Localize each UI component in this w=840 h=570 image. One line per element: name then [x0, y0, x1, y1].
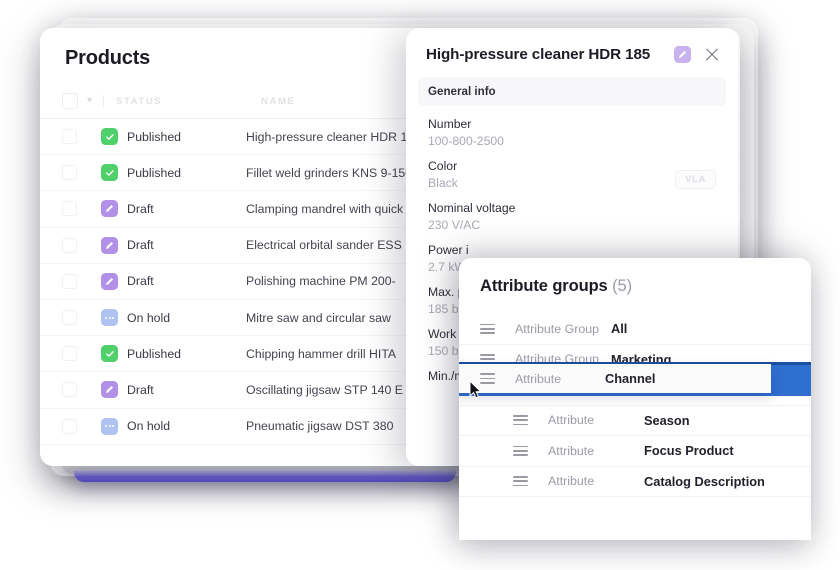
attribute-name-label: All	[611, 321, 627, 336]
status-badge: Draft	[127, 383, 154, 397]
dragged-attribute-name: Channel	[605, 371, 655, 386]
drag-handle-icon[interactable]	[513, 476, 528, 486]
row-checkbox[interactable]	[62, 274, 77, 289]
attribute-type-label: Attribute	[548, 413, 644, 427]
attribute-groups-count: (5)	[612, 277, 632, 295]
dragged-attribute-type: Attribute	[515, 372, 605, 386]
list-item[interactable]: Attribute GroupAll	[459, 314, 811, 345]
status-cell: Draft	[101, 200, 246, 217]
check-icon	[101, 345, 118, 362]
header-divider	[103, 95, 104, 108]
row-checkbox[interactable]	[62, 310, 77, 325]
status-badge: Published	[127, 130, 181, 144]
detail-field-label: Color	[428, 159, 716, 173]
detail-field-value: 230 V/AC	[428, 218, 716, 232]
dragged-attribute-row[interactable]: Attribute Channel	[459, 364, 771, 393]
attribute-name-label: Season	[644, 413, 690, 428]
detail-field-label: Power i	[428, 243, 716, 257]
stacked-window-edge-purple	[74, 470, 456, 482]
check-icon	[101, 128, 118, 145]
detail-field-label: Number	[428, 117, 716, 131]
detail-panel-title: High-pressure cleaner HDR 185	[426, 46, 674, 63]
row-checkbox[interactable]	[62, 382, 77, 397]
detail-field-label: Nominal voltage	[428, 201, 716, 215]
column-header-status[interactable]: STATUS	[116, 96, 261, 107]
status-cell: Draft	[101, 381, 246, 398]
chevron-down-icon[interactable]: ▾	[87, 96, 92, 106]
detail-field-value: 100-800-2500	[428, 134, 716, 148]
status-cell: Published	[101, 128, 246, 145]
status-cell: Draft	[101, 273, 246, 290]
check-icon	[101, 164, 118, 181]
status-badge: Published	[127, 166, 181, 180]
attribute-rows-list: Attribute GroupAllAttribute GroupMarketi…	[459, 314, 811, 497]
detail-panel-header: High-pressure cleaner HDR 185	[406, 28, 738, 63]
status-cell: Published	[101, 164, 246, 181]
status-cell: On hold	[101, 309, 246, 326]
status-cell: Published	[101, 345, 246, 362]
status-badge: VLA	[675, 170, 716, 189]
mouse-cursor-icon	[469, 380, 482, 399]
status-badge: Published	[127, 347, 181, 361]
drag-handle-icon[interactable]	[513, 415, 528, 425]
list-item[interactable]: AttributeFocus Product	[459, 436, 811, 467]
drag-handle-icon[interactable]	[480, 324, 495, 334]
row-checkbox[interactable]	[62, 346, 77, 361]
row-checkbox[interactable]	[62, 419, 77, 434]
ellipsis-icon	[101, 418, 118, 435]
general-info-section-header: General info	[418, 77, 726, 106]
attribute-type-label: Attribute	[548, 474, 644, 488]
attribute-groups-title-text: Attribute groups	[480, 277, 608, 295]
pencil-icon	[101, 237, 118, 254]
attribute-groups-title: Attribute groups (5)	[459, 258, 811, 296]
detail-field: Color BlackVLA	[406, 148, 738, 190]
pencil-icon	[101, 273, 118, 290]
row-checkbox[interactable]	[62, 129, 77, 144]
list-item[interactable]: AttributeCatalog Description	[459, 467, 811, 498]
attribute-type-label: Attribute	[548, 444, 644, 458]
status-badge: Draft	[127, 238, 154, 252]
status-badge: On hold	[127, 311, 170, 325]
drag-handle-icon[interactable]	[513, 446, 528, 456]
status-badge: On hold	[127, 419, 170, 433]
detail-field: Nominal voltage 230 V/AC	[406, 190, 738, 232]
select-all-checkbox[interactable]	[62, 93, 78, 109]
pencil-icon[interactable]	[674, 46, 691, 63]
pencil-icon	[101, 200, 118, 217]
ellipsis-icon	[101, 309, 118, 326]
attribute-type-label: Attribute Group	[515, 322, 611, 336]
status-cell: On hold	[101, 418, 246, 435]
pencil-icon	[101, 381, 118, 398]
row-checkbox[interactable]	[62, 238, 77, 253]
status-cell: Draft	[101, 237, 246, 254]
attribute-name-label: Catalog Description	[644, 474, 765, 489]
row-checkbox[interactable]	[62, 201, 77, 216]
row-checkbox[interactable]	[62, 165, 77, 180]
close-icon[interactable]	[704, 47, 720, 63]
attribute-groups-window: Attribute groups (5) Attribute GroupAllA…	[459, 258, 811, 540]
detail-field: Number 100-800-2500	[406, 106, 738, 148]
status-badge: Draft	[127, 274, 154, 288]
detail-field-value: Black	[428, 176, 716, 190]
attribute-name-label: Focus Product	[644, 443, 734, 458]
drag-handle-icon[interactable]	[480, 373, 495, 383]
status-badge: Draft	[127, 202, 154, 216]
list-item[interactable]: AttributeSeason	[459, 406, 811, 437]
